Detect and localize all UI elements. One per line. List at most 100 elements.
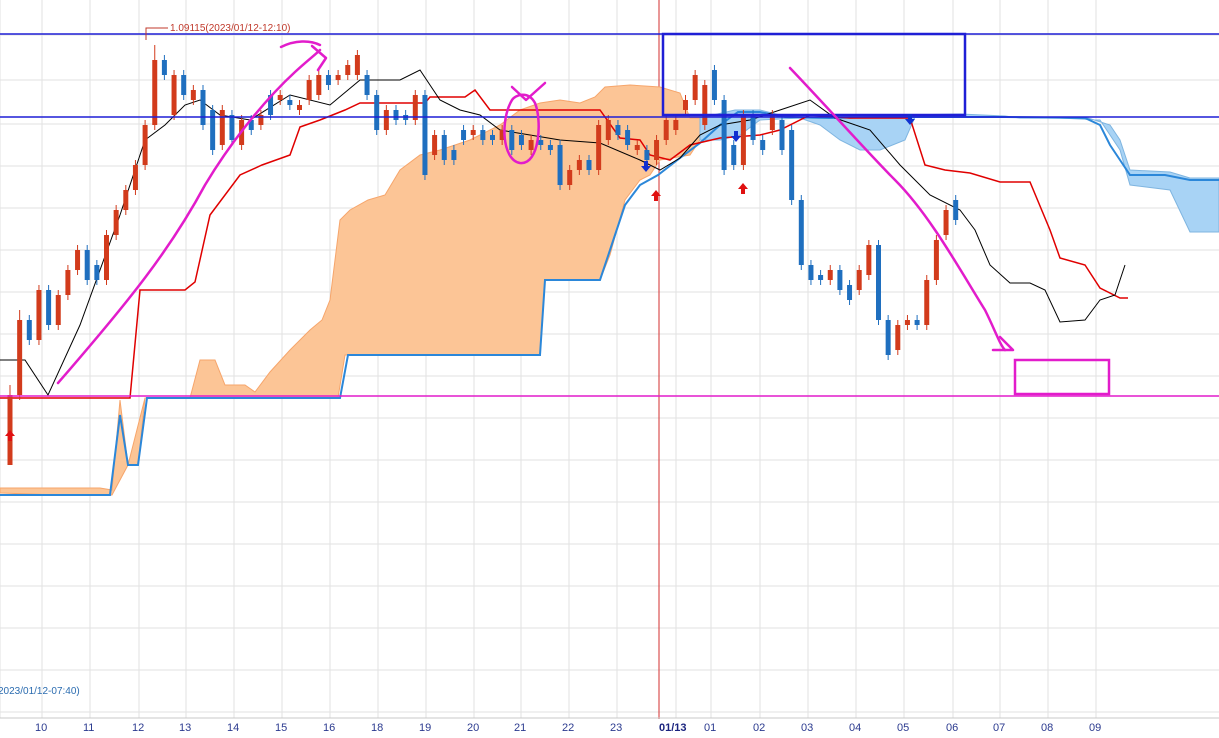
candle-body — [432, 135, 438, 155]
x-tick-label: 22 — [562, 722, 574, 734]
candle-body — [36, 290, 42, 340]
candle-body — [798, 200, 804, 265]
x-tick-label: 20 — [467, 722, 479, 734]
x-tick-label: 13 — [179, 722, 191, 734]
candle-body — [113, 210, 119, 235]
candle-body — [567, 170, 573, 185]
candle-body — [605, 120, 611, 140]
candle-body — [75, 250, 81, 270]
candle-body — [731, 145, 737, 165]
candle-body — [673, 120, 679, 130]
candle-body — [692, 75, 698, 100]
price-chart: 11011121314151618192021222301/1301020304… — [0, 0, 1219, 738]
candle-body — [297, 105, 302, 110]
candle-body — [827, 270, 833, 280]
low-annotation: 2023/01/12-07:40) — [0, 686, 80, 697]
candle-body — [84, 250, 90, 280]
candle-body — [586, 160, 592, 170]
candle-body — [26, 320, 32, 340]
candle-body — [393, 110, 399, 120]
candle-body — [152, 60, 158, 125]
candle-body — [557, 145, 563, 185]
candle-body — [933, 240, 939, 280]
x-tick-label: 02 — [753, 722, 765, 734]
candle-body — [229, 115, 235, 140]
candle-body — [181, 75, 187, 95]
candle-body — [702, 85, 708, 125]
candle-body — [210, 110, 216, 150]
x-tick-label: 01 — [704, 722, 716, 734]
candle-body — [306, 80, 312, 100]
candle-body — [451, 150, 457, 160]
candle-body — [190, 90, 196, 100]
candle-body — [885, 320, 891, 355]
candle-body — [953, 200, 959, 220]
candle-body — [509, 130, 515, 150]
x-tick-label: 01/13 — [659, 722, 687, 734]
x-tick-label: 18 — [371, 722, 383, 734]
candle-body — [219, 110, 225, 145]
candle-body — [518, 135, 524, 145]
candle-body — [750, 115, 756, 140]
candle-body — [847, 285, 853, 300]
x-tick-label: 16 — [323, 722, 335, 734]
candle-body — [856, 270, 862, 290]
candle-body — [383, 110, 389, 130]
candle-body — [625, 130, 631, 145]
candle-body — [876, 245, 881, 320]
candle-body — [123, 190, 129, 210]
candle-body — [132, 165, 138, 190]
x-tick-label: 06 — [946, 722, 958, 734]
x-tick-label: 21 — [514, 722, 526, 734]
candle-body — [490, 135, 495, 140]
candle-body — [663, 120, 669, 140]
candle-body — [837, 270, 843, 290]
x-tick-label: 14 — [227, 722, 239, 734]
x-tick-label: 05 — [897, 722, 909, 734]
candle-body — [711, 70, 717, 100]
candle-body — [808, 265, 814, 280]
x-tick-label: 09 — [1089, 722, 1101, 734]
candle-body — [335, 75, 341, 80]
candle-body — [354, 55, 360, 75]
x-axis: 11011121314151618192021222301/1301020304… — [0, 717, 1219, 738]
candle-body — [538, 140, 544, 145]
candle-body — [325, 75, 331, 85]
candle-body — [46, 290, 52, 325]
candle-body — [943, 210, 949, 235]
candle-body — [818, 275, 824, 280]
candle-body — [161, 60, 167, 75]
x-tick-label: 12 — [132, 722, 144, 734]
candle-body — [287, 100, 293, 105]
candle-body — [779, 120, 785, 150]
candle-body — [683, 100, 688, 110]
candle-body — [634, 145, 640, 150]
candle-body — [740, 115, 746, 165]
candle-body — [528, 140, 534, 150]
candle-body — [760, 140, 766, 150]
candle-body — [364, 75, 370, 95]
candle-body — [596, 125, 602, 170]
candle-body — [644, 150, 650, 160]
candle-body — [441, 135, 447, 160]
candle-body — [914, 320, 920, 325]
candle-body — [904, 320, 910, 325]
candle-body — [94, 265, 100, 280]
candle-body — [65, 270, 71, 295]
high-annotation: 1.09115(2023/01/12-12:10) — [170, 23, 290, 34]
x-tick-label: 19 — [419, 722, 431, 734]
candle-body — [924, 280, 930, 325]
x-tick-label: 10 — [35, 722, 47, 734]
candle-body — [461, 130, 467, 140]
candle-body — [17, 320, 23, 395]
candle-body — [789, 130, 795, 200]
candle-body — [615, 125, 621, 135]
candle-body — [200, 90, 206, 125]
candle-body — [316, 75, 322, 95]
candle-body — [345, 65, 351, 75]
x-tick-label: 04 — [849, 722, 861, 734]
x-tick-label: 15 — [275, 722, 287, 734]
x-tick-label: 23 — [610, 722, 622, 734]
candle-body — [721, 100, 727, 170]
candle-body — [547, 145, 553, 150]
